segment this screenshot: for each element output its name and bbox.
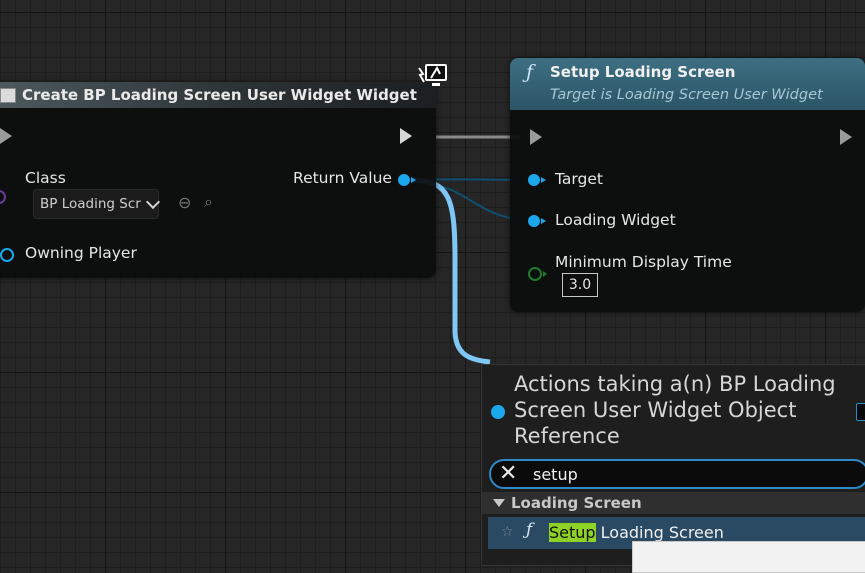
setup-loading-screen-title: Setup Loading Screen — [550, 63, 736, 81]
loading-widget-label: Loading Widget — [555, 211, 676, 229]
star-icon[interactable]: ☆ — [501, 524, 514, 540]
tooltip-popup — [632, 541, 865, 573]
class-label: Class — [25, 169, 66, 187]
action-menu[interactable]: Actions taking a(n) BP Loading Screen Us… — [481, 364, 865, 566]
setup-loading-screen-subtitle: Target is Loading Screen User Widget — [550, 87, 823, 103]
search-match-highlight: Setup — [549, 523, 596, 542]
browse-back-icon[interactable]: ⊖ — [178, 193, 191, 212]
exec-out-icon[interactable] — [400, 128, 412, 144]
setup-loading-screen-header[interactable]: ƒ Setup Loading Screen Target is Loading… — [510, 58, 865, 110]
search-icon[interactable]: ⌕ — [204, 192, 213, 212]
action-search-input[interactable] — [533, 464, 833, 484]
minimum-display-time-input[interactable]: 3.0 — [562, 273, 598, 297]
owning-player-pin[interactable] — [0, 248, 14, 262]
context-sensitive-checkbox[interactable] — [856, 403, 865, 421]
action-result-rest: Loading Screen — [595, 523, 724, 542]
function-icon: ƒ — [526, 520, 533, 540]
setup-loading-screen-node[interactable]: ƒ Setup Loading Screen Target is Loading… — [510, 58, 865, 312]
target-label: Target — [555, 170, 603, 188]
minimum-display-time-pin[interactable] — [528, 267, 547, 281]
exec-out-icon[interactable] — [840, 129, 852, 145]
category-loading-screen[interactable]: Loading Screen — [482, 492, 865, 514]
owning-player-label: Owning Player — [25, 244, 137, 262]
class-select-value: BP Loading Scr — [40, 196, 141, 212]
action-menu-header: Actions taking a(n) BP Loading Screen Us… — [514, 372, 836, 448]
minimum-display-time-label: Minimum Display Time — [555, 253, 732, 271]
chevron-down-icon — [145, 194, 161, 210]
return-value-pin[interactable] — [398, 174, 416, 186]
action-result-label: Setup Loading Screen — [549, 523, 724, 542]
loading-widget-pin[interactable] — [528, 215, 546, 227]
create-widget-node-title: Create BP Loading Screen User Widget Wid… — [22, 86, 417, 104]
object-reference-pin-icon — [491, 405, 505, 419]
class-select[interactable]: BP Loading Scr — [33, 189, 161, 219]
return-value-label: Return Value — [293, 169, 392, 187]
widget-icon — [0, 87, 16, 103]
class-pin[interactable] — [0, 190, 6, 204]
category-label: Loading Screen — [511, 494, 642, 512]
target-pin[interactable] — [528, 174, 546, 186]
exec-in-icon[interactable] — [530, 129, 542, 145]
create-widget-node[interactable]: Create BP Loading Screen User Widget Wid… — [0, 82, 436, 278]
close-icon[interactable]: ✕ — [499, 461, 517, 487]
create-widget-node-header[interactable]: Create BP Loading Screen User Widget Wid… — [0, 82, 436, 108]
exec-in-icon[interactable] — [0, 128, 12, 144]
expand-arrow-icon[interactable] — [493, 499, 505, 507]
function-icon: ƒ — [526, 61, 534, 83]
latent-monitor-icon — [418, 64, 447, 86]
action-search-box[interactable]: ✕ — [489, 459, 865, 489]
